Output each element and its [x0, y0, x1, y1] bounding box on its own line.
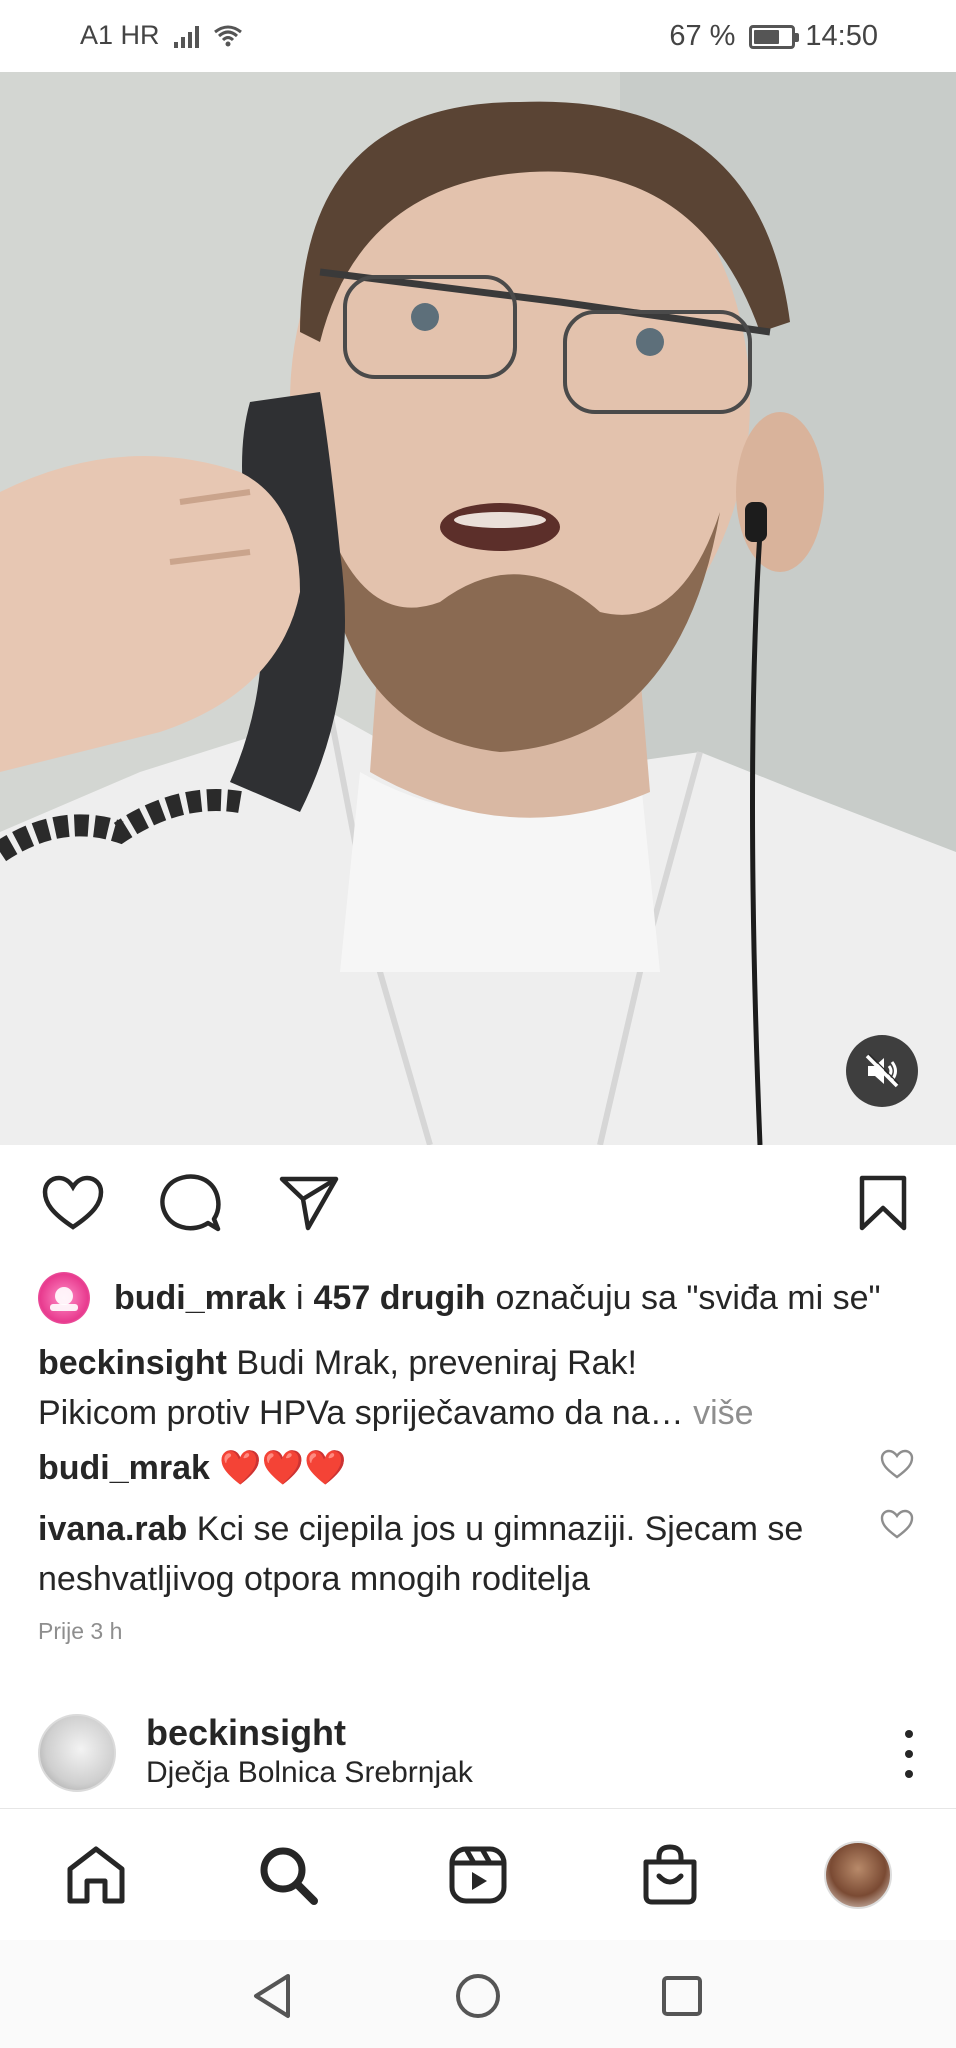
comment-like-heart-icon[interactable] [880, 1448, 914, 1482]
liker-username[interactable]: budi_mrak [114, 1279, 286, 1318]
like-button[interactable] [40, 1170, 106, 1236]
status-right: 67 % 14:50 [669, 20, 878, 53]
battery-percent: 67 % [669, 20, 736, 52]
likes-suffix: označuju sa "sviđa mi se" [495, 1278, 881, 1317]
nav-reels[interactable] [444, 1841, 512, 1909]
next-post-location[interactable]: Dječja Bolnica Srebrnjak [146, 1756, 473, 1790]
bottom-nav [0, 1808, 956, 1940]
post-actions [0, 1170, 956, 1240]
post-video[interactable] [0, 72, 956, 1145]
next-post-username[interactable]: beckinsight [146, 1712, 346, 1754]
home-icon [67, 1846, 125, 1904]
bookmark-icon [859, 1175, 907, 1231]
nav-search[interactable] [254, 1841, 322, 1909]
status-bar: A1 HR 67 % 14:50 [0, 0, 956, 72]
caption-line-1: Budi Mrak, preveniraj Rak! [236, 1344, 637, 1382]
recents-square-icon [662, 1976, 702, 2016]
liker-avatar[interactable] [38, 1272, 90, 1324]
comment-item: budi_mrak ❤️❤️❤️ [38, 1443, 858, 1493]
post-caption: beckinsight Budi Mrak, preveniraj Rak! P… [38, 1338, 918, 1438]
status-left: A1 HR [80, 20, 243, 51]
caption-line-2: Pikicom protiv HPVa spriječavamo da na… [38, 1394, 684, 1432]
carrier-label: A1 HR [80, 20, 160, 50]
nav-shop[interactable] [636, 1841, 704, 1909]
mute-button[interactable] [846, 1035, 918, 1107]
battery-icon [749, 24, 800, 49]
system-recents-button[interactable] [656, 1970, 708, 2022]
nav-profile-avatar[interactable] [824, 1841, 892, 1909]
share-button[interactable] [276, 1170, 342, 1236]
home-circle-icon [456, 1974, 500, 2018]
signal-icon [173, 24, 199, 48]
comment-username[interactable]: ivana.rab [38, 1510, 187, 1548]
video-frame-illustration [0, 72, 956, 1145]
nav-home[interactable] [62, 1841, 130, 1909]
likes-others-count[interactable]: 457 drugih [314, 1279, 486, 1318]
shopping-bag-icon [643, 1844, 697, 1905]
post-timestamp: Prije 3 h [38, 1618, 123, 1644]
save-button[interactable] [850, 1170, 916, 1236]
send-icon [279, 1176, 339, 1231]
comment-item: ivana.rab Kci se cijepila jos u gimnazij… [38, 1504, 858, 1604]
likes-summary[interactable]: budi_mrak i 457 drugih označuju sa "sviđ… [38, 1270, 881, 1326]
comment-button[interactable] [158, 1170, 224, 1236]
likes-connector: i [295, 1278, 304, 1317]
reels-icon [449, 1846, 507, 1904]
more-options-icon[interactable] [902, 1730, 916, 1778]
caption-more-link[interactable]: više [693, 1394, 753, 1432]
comment-icon [160, 1174, 221, 1232]
wifi-icon [213, 25, 242, 46]
system-home-button[interactable] [452, 1970, 504, 2022]
system-nav-bar [0, 1940, 956, 2048]
comment-like-heart-icon[interactable] [880, 1508, 914, 1542]
comment-username[interactable]: budi_mrak [38, 1449, 210, 1487]
back-triangle-icon [254, 1974, 290, 2018]
budi-mrak-logo-icon [50, 1287, 78, 1311]
search-icon [260, 1847, 318, 1905]
muted-speaker-icon [865, 1053, 900, 1088]
caption-username[interactable]: beckinsight [38, 1344, 227, 1382]
comment-text: ❤️❤️❤️ [219, 1449, 347, 1487]
heart-icon [42, 1175, 104, 1230]
system-back-button[interactable] [246, 1970, 298, 2022]
next-post-header: beckinsight Dječja Bolnica Srebrnjak [0, 1700, 956, 1810]
next-post-avatar[interactable] [38, 1714, 116, 1792]
clock: 14:50 [805, 20, 878, 52]
